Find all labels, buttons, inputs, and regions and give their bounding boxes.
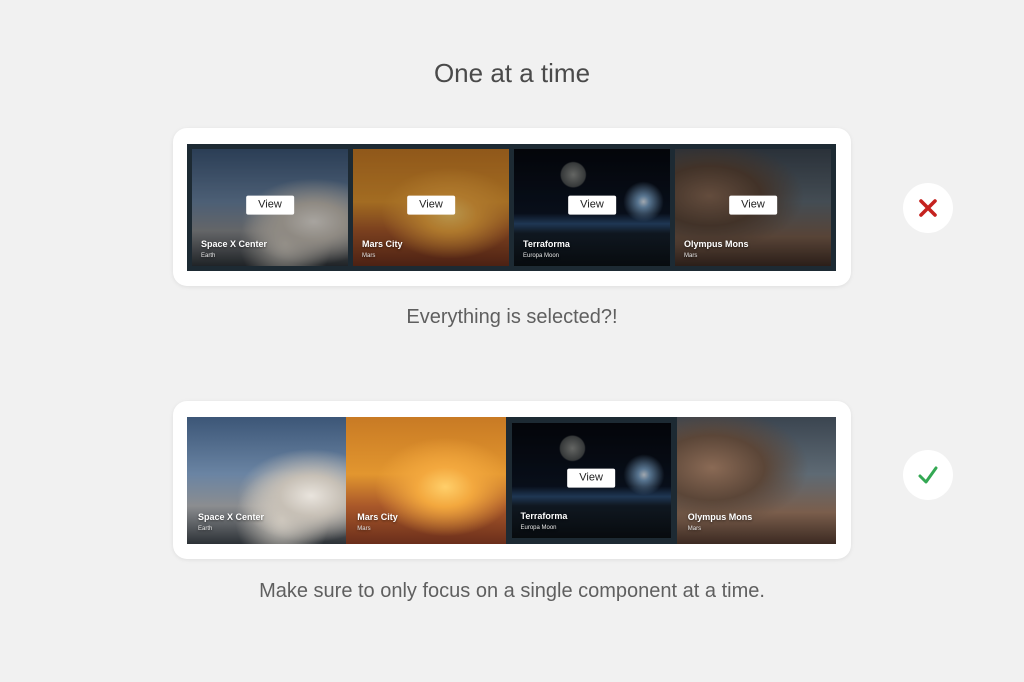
card-title: Mars City (357, 512, 398, 522)
card-subtitle: Earth (201, 253, 216, 259)
cross-icon (919, 199, 937, 217)
good-example-panel: Space X Center Earth Mars City Mars View… (173, 401, 851, 559)
olympus-mons-image (676, 417, 836, 544)
card-subtitle: Mars (362, 253, 376, 259)
card-olympus-mons[interactable]: Olympus Mons Mars (676, 417, 836, 544)
card-subtitle: Europa Moon (520, 525, 557, 531)
rocket-launch-image (187, 417, 347, 544)
card-title: Olympus Mons (687, 512, 753, 522)
card-subtitle: Earth (198, 526, 213, 532)
card-space-x-center[interactable]: View Space X Center Earth (187, 144, 353, 271)
card-subtitle: Mars (357, 526, 371, 532)
status-badge-good (903, 450, 953, 500)
view-button[interactable]: View (568, 195, 616, 215)
card-title: Terraforma (520, 511, 568, 521)
card-title: Olympus Mons (684, 239, 749, 249)
card-title: Terraforma (523, 239, 570, 249)
bad-example-panel: View Space X Center Earth View Mars City… (173, 128, 851, 286)
card-space-x-center[interactable]: Space X Center Earth (187, 417, 347, 544)
bad-example-caption: Everything is selected?! (406, 306, 618, 328)
status-badge-bad (903, 183, 953, 233)
card-mars-city[interactable]: Mars City Mars (346, 417, 506, 544)
good-example-caption: Make sure to only focus on a single comp… (259, 580, 765, 602)
card-subtitle: Mars (687, 526, 702, 532)
card-subtitle: Mars (684, 253, 698, 259)
view-button[interactable]: View (729, 195, 777, 215)
card-carousel: Space X Center Earth Mars City Mars View… (187, 417, 836, 544)
card-subtitle: Europa Moon (523, 253, 560, 259)
card-title: Space X Center (198, 512, 265, 522)
page-title: One at a time (433, 58, 591, 88)
checkmark-icon (918, 466, 938, 484)
view-button[interactable]: View (567, 468, 615, 488)
card-carousel: View Space X Center Earth View Mars City… (187, 144, 836, 271)
card-mars-city[interactable]: View Mars City Mars (353, 144, 514, 271)
card-olympus-mons[interactable]: View Olympus Mons Mars (675, 144, 836, 271)
card-terraforma-focused[interactable]: View Terraforma Europa Moon (505, 417, 677, 544)
card-title: Space X Center (201, 239, 268, 249)
card-terraforma[interactable]: View Terraforma Europa Moon (514, 144, 675, 271)
view-button[interactable]: View (407, 195, 455, 215)
mars-city-image (346, 417, 506, 544)
view-button[interactable]: View (246, 195, 294, 215)
card-title: Mars City (362, 239, 403, 249)
